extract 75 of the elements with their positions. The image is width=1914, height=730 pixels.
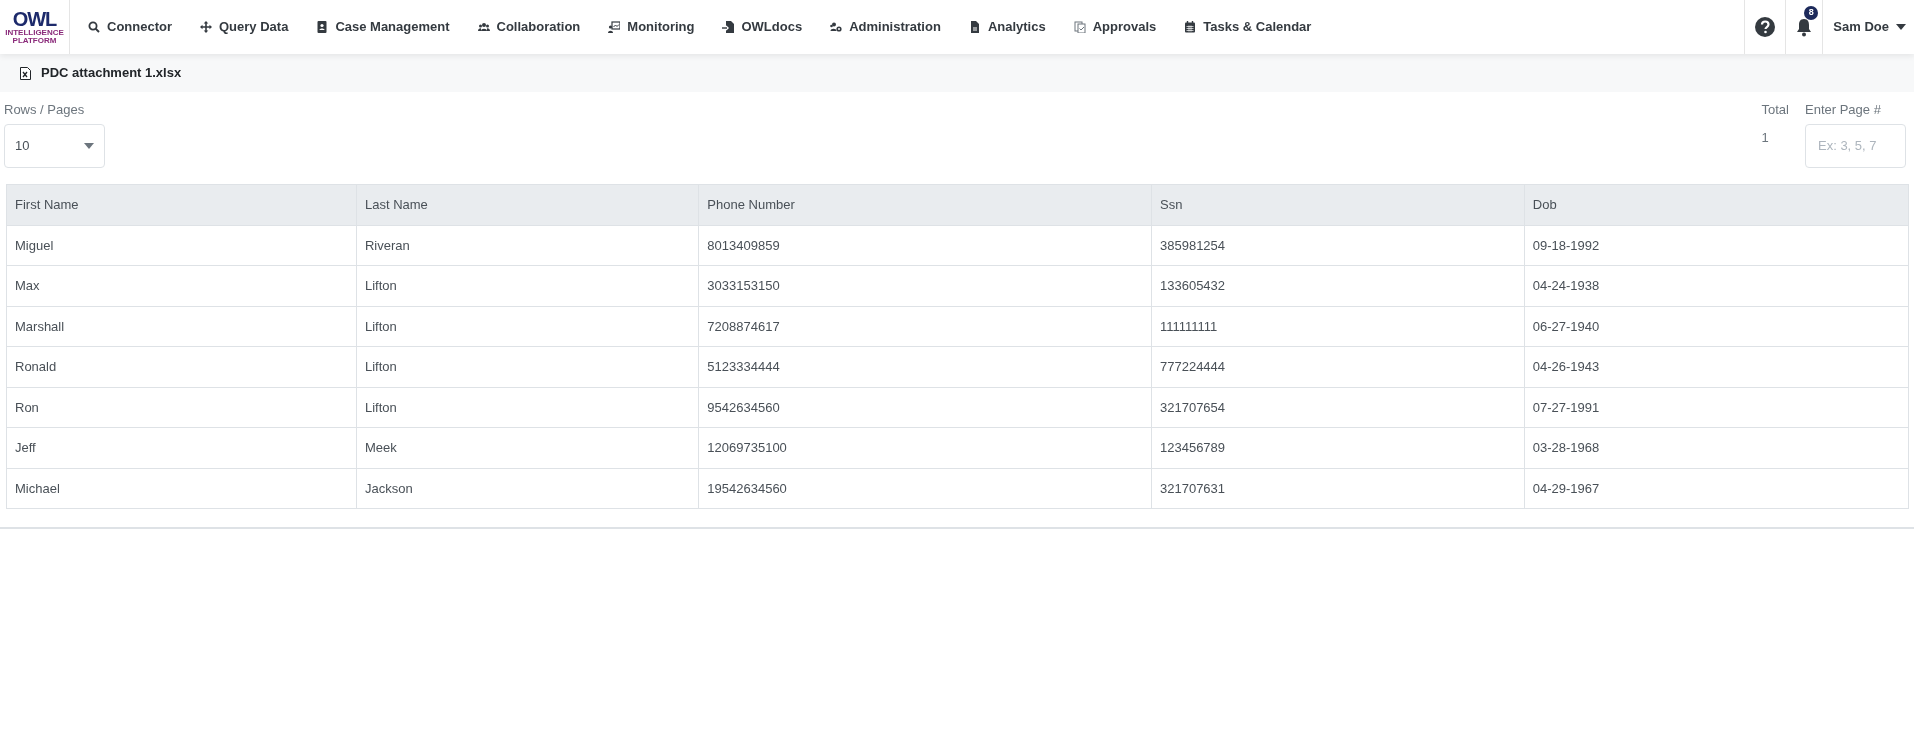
table-cell: Lifton bbox=[356, 346, 699, 387]
user-chart-icon bbox=[608, 21, 621, 33]
nav-link[interactable]: Approvals bbox=[1059, 0, 1171, 54]
table-cell: Meek bbox=[356, 427, 699, 468]
nav-link[interactable]: Tasks & Calendar bbox=[1170, 0, 1326, 54]
table-cell: 3033153150 bbox=[698, 265, 1152, 306]
page-number-label: Enter Page # bbox=[1805, 101, 1882, 119]
help-icon[interactable] bbox=[1755, 17, 1776, 37]
nav-link[interactable]: Collaboration bbox=[463, 0, 595, 54]
nav-link[interactable]: Administration bbox=[816, 0, 955, 54]
nav-link[interactable]: Analytics bbox=[954, 0, 1060, 54]
column-header[interactable]: Ssn bbox=[1151, 184, 1525, 225]
rows-per-page-select[interactable]: 10 bbox=[4, 123, 105, 168]
table-cell: Jeff bbox=[6, 427, 357, 468]
table-cell: 04-24-1938 bbox=[1524, 265, 1909, 306]
table-cell: 777224444 bbox=[1151, 346, 1525, 387]
column-header[interactable]: Dob bbox=[1524, 184, 1909, 225]
search-icon bbox=[88, 21, 100, 33]
column-header[interactable]: Last Name bbox=[356, 184, 699, 225]
table-cell: Michael bbox=[6, 468, 357, 509]
page-number-field[interactable]: Ex: 3, 5, 7 bbox=[1805, 123, 1906, 168]
table-cell: Lifton bbox=[356, 265, 699, 306]
table-cell: Lifton bbox=[356, 387, 699, 428]
table-cell: 5123334444 bbox=[698, 346, 1152, 387]
nav-link[interactable]: Case Management bbox=[302, 0, 464, 54]
excel-file-icon bbox=[20, 66, 31, 80]
address-book-icon bbox=[316, 21, 329, 33]
table-cell: Marshall bbox=[6, 306, 357, 347]
nav-link[interactable]: Monitoring bbox=[594, 0, 709, 54]
rows-per-page-label: Rows / Pages bbox=[4, 101, 86, 119]
table-cell: 8013409859 bbox=[698, 225, 1152, 266]
document-icon bbox=[968, 21, 981, 33]
logo-subtext: INTELLIGENCE PLATFORM bbox=[4, 29, 65, 45]
table-cell: Ron bbox=[6, 387, 357, 428]
table-cell: 321707631 bbox=[1151, 468, 1525, 509]
total-label: Total bbox=[1761, 101, 1789, 119]
table-cell: 04-29-1967 bbox=[1524, 468, 1909, 509]
table-cell: Jackson bbox=[356, 468, 699, 509]
table-cell: 09-18-1992 bbox=[1524, 225, 1909, 266]
move-arrows-icon bbox=[200, 21, 212, 33]
file-import-icon bbox=[722, 21, 735, 33]
notification-badge: 8 bbox=[1804, 6, 1819, 20]
users-icon bbox=[477, 21, 490, 33]
caret-icon bbox=[84, 142, 94, 149]
logo-text: OWL bbox=[12, 9, 57, 29]
nav-link[interactable]: OWLdocs bbox=[708, 0, 817, 54]
table-cell: 07-27-1991 bbox=[1524, 387, 1909, 428]
table-cell: 12069735100 bbox=[698, 427, 1152, 468]
table-cell: 123456789 bbox=[1151, 427, 1525, 468]
user-menu[interactable]: Sam Doe bbox=[1833, 17, 1906, 37]
calendar-icon bbox=[1184, 21, 1197, 33]
table-cell: 04-26-1943 bbox=[1524, 346, 1909, 387]
nav-link[interactable]: Query Data bbox=[186, 0, 303, 54]
table-cell: 321707654 bbox=[1151, 387, 1525, 428]
table-cell: 06-27-1940 bbox=[1524, 306, 1909, 347]
table-cell: Riveran bbox=[356, 225, 699, 266]
table-cell: 9542634560 bbox=[698, 387, 1152, 428]
total-value: 1 bbox=[1761, 128, 1770, 147]
nav-link[interactable]: Connector bbox=[74, 0, 186, 54]
table-cell: 385981254 bbox=[1151, 225, 1525, 266]
table-cell: 111111111 bbox=[1151, 306, 1525, 347]
document-check-icon bbox=[1073, 21, 1086, 33]
table-cell: 19542634560 bbox=[698, 468, 1152, 509]
table-cell: 03-28-1968 bbox=[1524, 427, 1909, 468]
table-cell: 133605432 bbox=[1151, 265, 1525, 306]
table-cell: Ronald bbox=[6, 346, 357, 387]
table-cell: Max bbox=[6, 265, 357, 306]
column-header[interactable]: Phone Number bbox=[698, 184, 1152, 225]
table-cell: 7208874617 bbox=[698, 306, 1152, 347]
file-name: PDC attachment 1.xlsx bbox=[41, 64, 182, 83]
table-cell: Miguel bbox=[6, 225, 357, 266]
caret-icon bbox=[1896, 24, 1906, 30]
table-cell: Lifton bbox=[356, 306, 699, 347]
bell-icon[interactable] bbox=[1796, 17, 1813, 37]
column-header[interactable]: First Name bbox=[6, 184, 357, 225]
